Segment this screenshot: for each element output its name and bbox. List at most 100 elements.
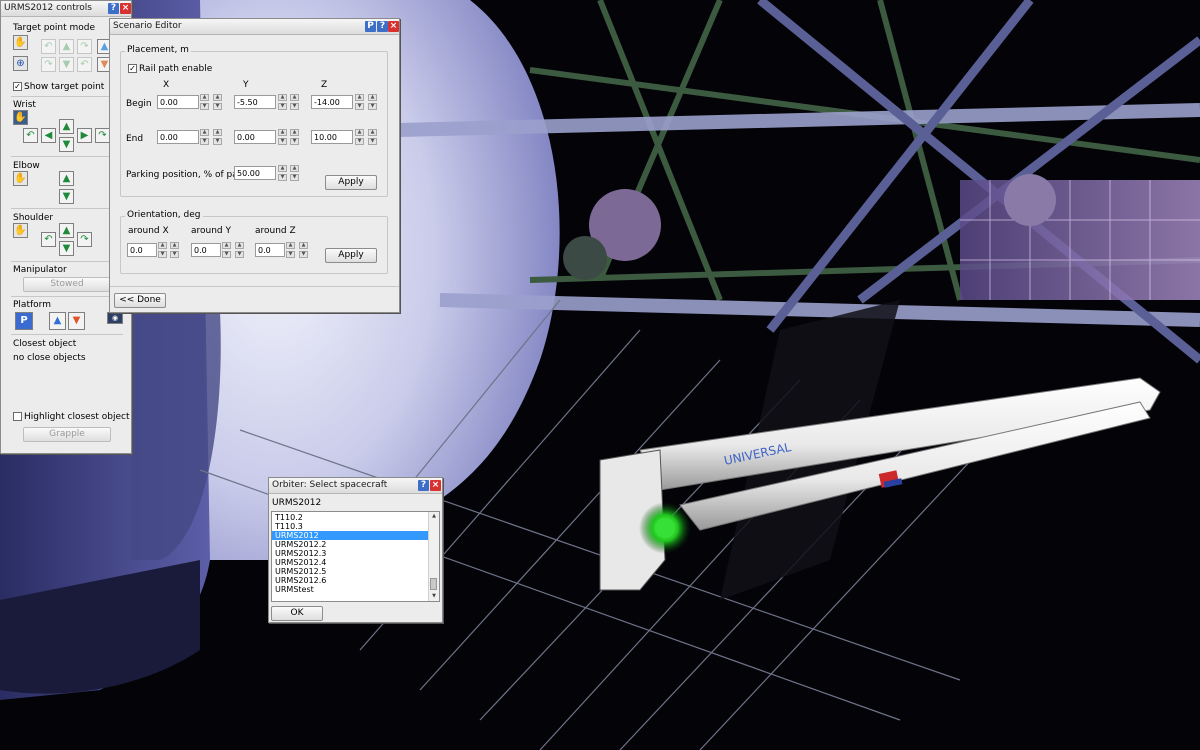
wrist-right-icon[interactable]: ▶ <box>77 128 92 143</box>
begin-z-spinner-2[interactable]: ▲ ▼ <box>368 94 377 110</box>
end-x-spinner[interactable]: ▲ ▼ <box>200 129 209 145</box>
list-item[interactable]: T110.2 <box>272 513 429 522</box>
around-x-label: around X <box>128 226 169 236</box>
end-y-spinner-2[interactable]: ▲ ▼ <box>290 129 299 145</box>
help-button[interactable]: ? <box>418 480 429 491</box>
highlight-closest-checkbox[interactable] <box>13 412 22 421</box>
rotate-right-icon[interactable]: ↷ <box>77 39 92 54</box>
around-x-input[interactable]: 0.0 <box>127 243 157 257</box>
wrist-left-icon[interactable]: ◀ <box>41 128 56 143</box>
around-z-spinner-2[interactable]: ▲ ▼ <box>299 242 308 258</box>
close-button[interactable]: × <box>388 21 399 32</box>
platform-up-icon[interactable]: ▲ <box>49 312 66 330</box>
spacecraft-list[interactable]: T110.2 T110.3 URMS2012 URMS2012.2 URMS2012.3… <box>271 511 440 602</box>
elbow-up-icon[interactable]: ▲ <box>59 171 74 186</box>
scroll-thumb[interactable] <box>430 578 437 590</box>
rotate-left-down-icon[interactable]: ↷ <box>41 57 56 72</box>
urms-controls-titlebar[interactable]: URMS2012 controls ? × <box>1 1 131 17</box>
arrow-down-icon[interactable]: ▼ <box>59 57 74 72</box>
stowed-button[interactable]: Stowed <box>23 277 111 292</box>
arrow-up-icon[interactable]: ▲ <box>59 39 74 54</box>
show-target-checkbox[interactable]: ✓ <box>13 82 22 91</box>
rotate-right-down-icon[interactable]: ↶ <box>77 57 92 72</box>
wrist-rotate-left-icon[interactable]: ↶ <box>23 128 38 143</box>
elbow-down-icon[interactable]: ▼ <box>59 189 74 204</box>
list-item[interactable]: URMS2012 <box>272 531 429 540</box>
list-scrollbar[interactable]: ▲ ▼ <box>428 512 439 601</box>
parking-position-spinner-2[interactable]: ▲ ▼ <box>290 165 299 181</box>
close-button[interactable]: × <box>120 3 131 14</box>
end-y-spinner[interactable]: ▲ ▼ <box>278 129 287 145</box>
around-y-spinner[interactable]: ▲ ▼ <box>222 242 231 258</box>
list-item[interactable]: URMS2012.5 <box>272 567 429 576</box>
around-y-spinner-2[interactable]: ▲ ▼ <box>235 242 244 258</box>
begin-y-spinner[interactable]: ▲ ▼ <box>278 94 287 110</box>
begin-z-input[interactable]: -14.00 <box>311 95 353 109</box>
scenario-editor-titlebar[interactable]: Scenario Editor P ? × <box>110 19 399 35</box>
shoulder-arm-icon[interactable]: ✋ <box>13 223 28 238</box>
around-z-spinner[interactable]: ▲ ▼ <box>286 242 295 258</box>
closest-object-label: Closest object <box>13 339 77 349</box>
around-z-label: around Z <box>255 226 296 236</box>
help-button[interactable]: ? <box>108 3 119 14</box>
arm-pointer-icon[interactable]: ✋ <box>13 35 28 50</box>
help-button[interactable]: P <box>365 21 376 32</box>
around-z-input[interactable]: 0.0 <box>255 243 285 257</box>
elbow-arm-icon[interactable]: ✋ <box>13 171 28 186</box>
scenario-editor-title: Scenario Editor <box>113 21 182 31</box>
list-item[interactable]: URMS2012.6 <box>272 576 429 585</box>
rotate-left-icon[interactable]: ↶ <box>41 39 56 54</box>
parking-p-icon[interactable]: P <box>15 312 33 330</box>
select-spacecraft-titlebar[interactable]: Orbiter: Select spacecraft ? × <box>269 478 442 494</box>
begin-x-spinner[interactable]: ▲ ▼ <box>200 94 209 110</box>
around-x-spinner[interactable]: ▲ ▼ <box>158 242 167 258</box>
list-item[interactable]: URMS2012.2 <box>272 540 429 549</box>
platform-down-icon[interactable]: ▼ <box>68 312 85 330</box>
list-item[interactable]: URMS2012.3 <box>272 549 429 558</box>
crosshair-icon[interactable]: ⊕ <box>13 56 28 71</box>
begin-y-spinner-2[interactable]: ▲ ▼ <box>290 94 299 110</box>
list-item[interactable]: T110.3 <box>272 522 429 531</box>
separator <box>11 208 123 209</box>
end-z-input[interactable]: 10.00 <box>311 130 353 144</box>
select-spacecraft-title: Orbiter: Select spacecraft <box>272 480 388 490</box>
shoulder-up-icon[interactable]: ▲ <box>59 223 74 238</box>
wrist-down-icon[interactable]: ▼ <box>59 137 74 152</box>
rail-path-checkbox[interactable]: ✓ <box>128 64 137 73</box>
parking-position-input[interactable]: 50.00 <box>234 166 276 180</box>
begin-x-spinner-2[interactable]: ▲ ▼ <box>213 94 222 110</box>
list-item[interactable]: URMS2012.4 <box>272 558 429 567</box>
end-x-spinner-2[interactable]: ▲ ▼ <box>213 129 222 145</box>
end-z-spinner-2[interactable]: ▲ ▼ <box>368 129 377 145</box>
shoulder-rotate-left-icon[interactable]: ↶ <box>41 232 56 247</box>
wrist-up-icon[interactable]: ▲ <box>59 119 74 134</box>
grapple-button[interactable]: Grapple <box>23 427 111 442</box>
end-x-input[interactable]: 0.00 <box>157 130 199 144</box>
end-z-spinner[interactable]: ▲ ▼ <box>355 129 364 145</box>
ok-button[interactable]: OK <box>271 606 323 621</box>
column-x-label: X <box>163 80 170 90</box>
apply-placement-button[interactable]: Apply <box>325 175 377 190</box>
done-button[interactable]: << Done <box>114 293 166 308</box>
scroll-down-icon[interactable]: ▼ <box>429 592 439 601</box>
around-y-input[interactable]: 0.0 <box>191 243 221 257</box>
apply-orientation-button[interactable]: Apply <box>325 248 377 263</box>
urms-controls-title: URMS2012 controls <box>4 3 92 13</box>
help-button[interactable]: ? <box>377 21 388 32</box>
begin-label: Begin <box>126 99 152 109</box>
shoulder-rotate-right-icon[interactable]: ↷ <box>77 232 92 247</box>
close-button[interactable]: × <box>430 480 441 491</box>
list-item[interactable]: URMStest <box>272 585 429 594</box>
begin-y-input[interactable]: -5.50 <box>234 95 276 109</box>
wrist-arm-icon[interactable]: ✋ <box>13 110 28 125</box>
end-y-input[interactable]: 0.00 <box>234 130 276 144</box>
begin-x-input[interactable]: 0.00 <box>157 95 199 109</box>
shoulder-down-icon[interactable]: ▼ <box>59 241 74 256</box>
parking-position-spinner[interactable]: ▲ ▼ <box>278 165 287 181</box>
camera-icon[interactable]: ◉ <box>107 312 123 324</box>
scroll-up-icon[interactable]: ▲ <box>429 512 439 521</box>
begin-z-spinner[interactable]: ▲ ▼ <box>355 94 364 110</box>
around-x-spinner-2[interactable]: ▲ ▼ <box>170 242 179 258</box>
wrist-rotate-right-icon[interactable]: ↷ <box>95 128 110 143</box>
separator <box>11 261 123 262</box>
